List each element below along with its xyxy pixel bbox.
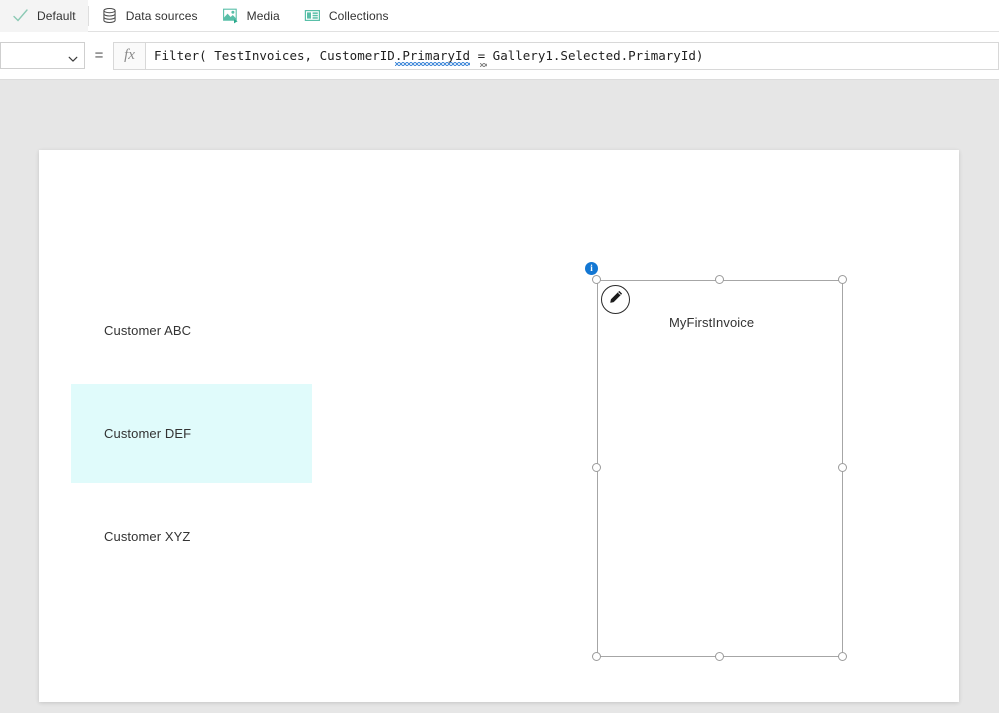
resize-handle-top-left[interactable] [592, 275, 601, 284]
pencil-icon [608, 289, 624, 310]
app-screen[interactable]: Customer ABC Customer DEF Customer XYZ i [39, 150, 959, 702]
formula-segment-before: Filter( TestInvoices, CustomerID [154, 48, 395, 63]
formula-input[interactable]: Filter( TestInvoices, CustomerID.Primary… [145, 41, 999, 70]
resize-handle-bottom-right[interactable] [838, 652, 847, 661]
gallery-item-label: Customer ABC [104, 323, 192, 338]
resize-handle-middle-right[interactable] [838, 463, 847, 472]
invoice-label: MyFirstInvoice [669, 315, 755, 330]
resize-handle-top-right[interactable] [838, 275, 847, 284]
toolbar-item-media[interactable]: Media [210, 0, 292, 32]
info-badge[interactable]: i [585, 262, 598, 275]
canvas-area[interactable]: Customer ABC Customer DEF Customer XYZ i [0, 81, 999, 713]
equals-label: = [94, 47, 104, 64]
gallery-control[interactable]: Customer ABC Customer DEF Customer XYZ [71, 281, 312, 601]
fx-icon: fx [124, 47, 135, 63]
toolbar-item-default-label: Default [37, 8, 76, 23]
gallery-item-label: Customer XYZ [104, 529, 191, 544]
formula-segment-squiggly: .PrimaryId [394, 48, 471, 66]
formula-segment-equals: = [477, 48, 487, 67]
formula-text: Filter( TestInvoices, CustomerID.Primary… [154, 48, 704, 67]
toolbar-item-collections[interactable]: Collections [292, 0, 401, 32]
resize-handle-middle-left[interactable] [592, 463, 601, 472]
formula-segment-after: Gallery1.Selected.PrimaryId) [485, 48, 704, 63]
property-dropdown[interactable] [0, 42, 85, 69]
gallery-item-2[interactable]: Customer XYZ [71, 487, 312, 586]
formula-bar: = fx Filter( TestInvoices, CustomerID.Pr… [0, 32, 999, 80]
top-toolbar: Default Data sources Media Collections [0, 0, 999, 32]
selected-control[interactable]: i MyFirstInvoice [585, 262, 847, 661]
resize-handle-top-center[interactable] [715, 275, 724, 284]
fx-button[interactable]: fx [113, 41, 145, 70]
gallery-item-0[interactable]: Customer ABC [71, 281, 312, 380]
app-root: Default Data sources Media Collections =… [0, 0, 999, 713]
checkmark-icon [12, 7, 29, 24]
media-image-icon [222, 7, 239, 24]
database-icon [101, 7, 118, 24]
chevron-down-icon [68, 51, 78, 62]
formula-segment-space [470, 48, 478, 63]
selection-outline [597, 280, 843, 657]
edit-pencil-button[interactable] [601, 285, 630, 314]
collections-icon [304, 7, 321, 24]
resize-handle-bottom-center[interactable] [715, 652, 724, 661]
resize-handle-bottom-left[interactable] [592, 652, 601, 661]
toolbar-item-media-label: Media [246, 8, 280, 23]
toolbar-item-data-sources[interactable]: Data sources [89, 0, 210, 32]
gallery-item-label: Customer DEF [104, 426, 192, 441]
toolbar-item-collections-label: Collections [328, 8, 389, 23]
toolbar-item-default[interactable]: Default [0, 0, 88, 32]
toolbar-item-data-sources-label: Data sources [125, 8, 198, 23]
gallery-item-1-selected[interactable]: Customer DEF [71, 384, 312, 483]
